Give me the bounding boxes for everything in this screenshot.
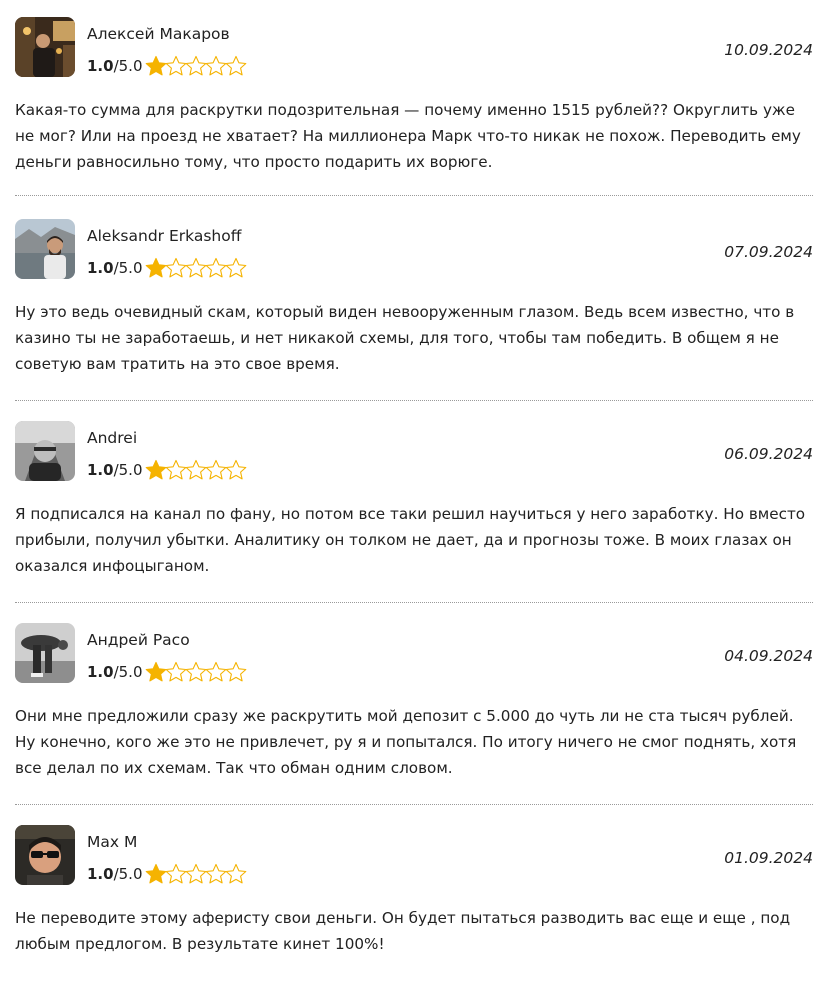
star-outline-icon bbox=[165, 55, 187, 77]
rating-score: 1.0/5.0 bbox=[87, 461, 143, 479]
star-outline-icon bbox=[165, 863, 187, 885]
avatar[interactable] bbox=[15, 825, 75, 885]
rating-score: 1.0/5.0 bbox=[87, 663, 143, 681]
rating-score: 1.0/5.0 bbox=[87, 865, 143, 883]
star-outline-icon bbox=[185, 257, 207, 279]
review-card: Алексей Макаров 1.0/5.0 10.09.2024 Какая… bbox=[15, 17, 813, 177]
review-card: Андрей Расо 1.0/5.0 04.09.2024 Они мне п… bbox=[15, 623, 813, 783]
star-outline-icon bbox=[165, 459, 187, 481]
star-filled-icon bbox=[145, 257, 167, 279]
review-card: Andrei 1.0/5.0 06.09.2024 Я подписался н… bbox=[15, 421, 813, 581]
divider bbox=[15, 195, 813, 196]
star-outline-icon bbox=[225, 257, 247, 279]
star-outline-icon bbox=[185, 863, 207, 885]
divider bbox=[15, 400, 813, 401]
review-date: 10.09.2024 bbox=[724, 41, 813, 59]
rating: 1.0/5.0 bbox=[87, 55, 247, 77]
star-outline-icon bbox=[225, 459, 247, 481]
rating-score: 1.0/5.0 bbox=[87, 259, 143, 277]
review-text: Я подписался на канал по фану, но потом … bbox=[15, 505, 806, 575]
avatar[interactable] bbox=[15, 623, 75, 683]
avatar[interactable] bbox=[15, 219, 75, 279]
author-name[interactable]: Aleksandr Erkashoff bbox=[87, 225, 241, 247]
avatar[interactable] bbox=[15, 17, 75, 77]
review-text: Какая-то сумма для раскрутки подозритель… bbox=[15, 101, 801, 171]
star-outline-icon bbox=[185, 55, 207, 77]
star-outline-icon bbox=[225, 863, 247, 885]
rating: 1.0/5.0 bbox=[87, 863, 247, 885]
author-name[interactable]: Max M bbox=[87, 831, 137, 853]
review-card: Max M 1.0/5.0 01.09.2024 Не переводите э… bbox=[15, 825, 813, 965]
rating-score: 1.0/5.0 bbox=[87, 57, 143, 75]
author-name[interactable]: Андрей Расо bbox=[87, 629, 190, 651]
author-name[interactable]: Алексей Макаров bbox=[87, 23, 230, 45]
review-date: 01.09.2024 bbox=[724, 849, 813, 867]
star-filled-icon bbox=[145, 55, 167, 77]
reviews-list: Алексей Макаров 1.0/5.0 10.09.2024 Какая… bbox=[0, 0, 834, 987]
review-text: Они мне предложили сразу же раскрутить м… bbox=[15, 707, 797, 777]
star-outline-icon bbox=[205, 863, 227, 885]
star-filled-icon bbox=[145, 661, 167, 683]
star-outline-icon bbox=[165, 257, 187, 279]
rating: 1.0/5.0 bbox=[87, 257, 247, 279]
divider bbox=[15, 804, 813, 805]
review-date: 06.09.2024 bbox=[724, 445, 813, 463]
review-text: Не переводите этому аферисту свои деньги… bbox=[15, 909, 791, 953]
rating: 1.0/5.0 bbox=[87, 459, 247, 481]
author-name[interactable]: Andrei bbox=[87, 427, 137, 449]
star-outline-icon bbox=[165, 661, 187, 683]
star-filled-icon bbox=[145, 863, 167, 885]
review-text: Ну это ведь очевидный скам, который виде… bbox=[15, 303, 795, 373]
star-outline-icon bbox=[205, 459, 227, 481]
star-outline-icon bbox=[185, 459, 207, 481]
review-date: 04.09.2024 bbox=[724, 647, 813, 665]
star-outline-icon bbox=[205, 257, 227, 279]
star-outline-icon bbox=[185, 661, 207, 683]
star-outline-icon bbox=[205, 661, 227, 683]
star-outline-icon bbox=[205, 55, 227, 77]
divider bbox=[15, 602, 813, 603]
rating: 1.0/5.0 bbox=[87, 661, 247, 683]
avatar[interactable] bbox=[15, 421, 75, 481]
review-card: Aleksandr Erkashoff 1.0/5.0 07.09.2024 Н… bbox=[15, 219, 813, 379]
star-outline-icon bbox=[225, 55, 247, 77]
review-date: 07.09.2024 bbox=[724, 243, 813, 261]
star-filled-icon bbox=[145, 459, 167, 481]
star-outline-icon bbox=[225, 661, 247, 683]
